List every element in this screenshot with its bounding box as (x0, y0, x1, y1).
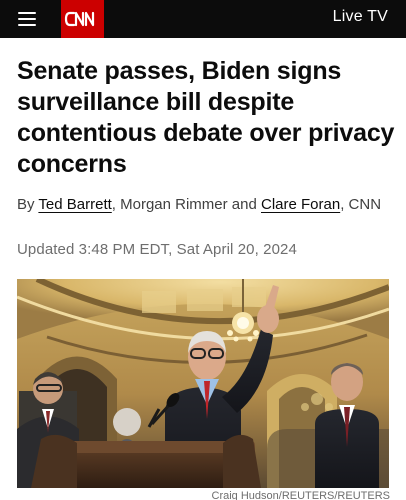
live-tv-link[interactable]: Live TV (333, 8, 388, 26)
updated-timestamp: Updated 3:48 PM EDT, Sat April 20, 2024 (17, 241, 297, 258)
byline-separator: , Morgan Rimmer and (111, 196, 261, 213)
author-link-clare-foran[interactable]: Clare Foran (261, 196, 340, 213)
article-byline: By Ted Barrett, Morgan Rimmer and Clare … (17, 194, 392, 216)
cnn-logo[interactable] (61, 0, 104, 38)
hamburger-menu-icon[interactable] (14, 8, 42, 30)
byline-suffix: , CNN (340, 196, 382, 213)
senate-press-conference-image (17, 279, 389, 488)
article-headline: Senate passes, Biden signs surveillance … (17, 57, 395, 178)
article-photo[interactable] (17, 279, 389, 488)
cnn-logo-icon (64, 11, 95, 27)
photo-credit: Craig Hudson/REUTERS/REUTERS (211, 490, 391, 500)
byline-prefix: By (17, 196, 39, 213)
top-nav-bar: Live TV (0, 0, 406, 38)
author-link-ted-barrett[interactable]: Ted Barrett (38, 196, 111, 213)
